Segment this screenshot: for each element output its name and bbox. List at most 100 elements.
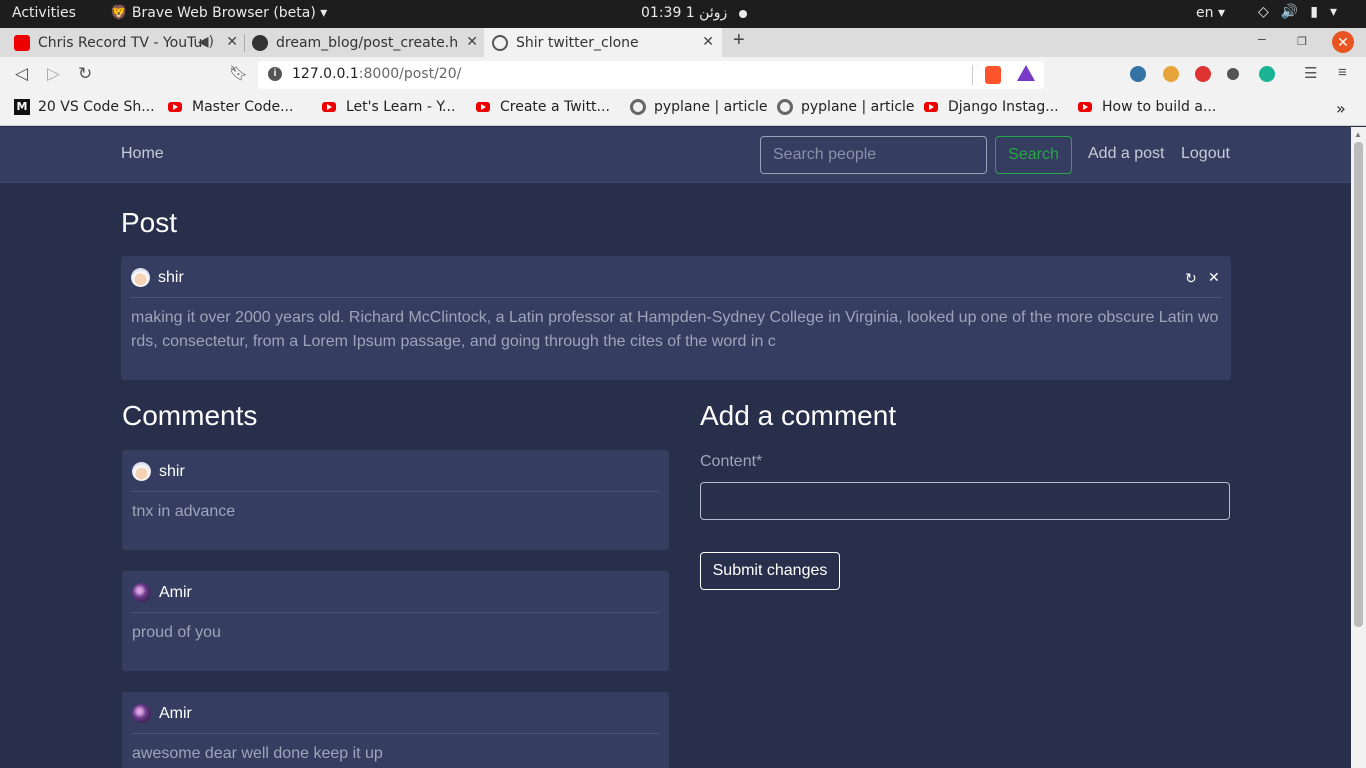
site-navbar: Home Search Add a post Logout [0, 127, 1351, 183]
post-body: making it over 2000 years old. Richard M… [131, 309, 1219, 350]
address-bar[interactable]: i 127.0.0.1:8000/post/20/ [258, 61, 1044, 89]
comments-heading: Comments [122, 400, 258, 431]
app-menu[interactable]: 🦁 Brave Web Browser (beta) ▾ [110, 5, 327, 21]
network-icon: ◇ [1258, 4, 1269, 20]
submit-changes-button[interactable]: Submit changes [700, 552, 840, 590]
bookmark-item[interactable]: How to build a... [1078, 99, 1216, 115]
bookmark-item[interactable]: M 20 VS Code Sh... [14, 99, 155, 115]
youtube-icon [1078, 102, 1092, 112]
globe-icon [492, 34, 508, 51]
bookmark-icon[interactable]: 🔖︎ [229, 64, 248, 82]
nav-home-link[interactable]: Home [121, 145, 164, 163]
system-tray[interactable]: ◇ 🔊 ▮ ▾ [1258, 4, 1337, 20]
app-name: Brave Web Browser (beta) [131, 5, 316, 21]
tab-strip: Chris Record TV - YouTu ◀) ✕ dream_blog/… [0, 28, 1366, 57]
card-divider [131, 297, 1221, 298]
delete-icon[interactable]: ✕ [1208, 269, 1220, 286]
notification-dot-icon [739, 10, 747, 18]
language-indicator[interactable]: en ▾ [1196, 5, 1225, 21]
battery-icon: ▮ [1310, 4, 1318, 20]
bookmark-item[interactable]: Django Instag... [924, 99, 1059, 115]
python-extension-icon[interactable] [1130, 66, 1146, 82]
audio-playing-icon[interactable]: ◀) [198, 34, 214, 50]
nav-add-post-link[interactable]: Add a post [1088, 145, 1165, 163]
bookmark-item[interactable]: Master Code... [168, 99, 293, 115]
info-icon[interactable]: i [268, 67, 282, 81]
more-bookmarks-icon[interactable]: » [1336, 99, 1346, 118]
clock[interactable]: 01:39 زوئن 1 [641, 5, 727, 21]
youtube-icon [322, 102, 336, 112]
avatar[interactable] [132, 462, 151, 481]
pyplane-icon [777, 99, 793, 115]
brave-shields-icon[interactable] [985, 66, 1001, 84]
youtube-icon [924, 102, 938, 112]
card-divider [132, 491, 659, 492]
comment-author[interactable]: Amir [159, 584, 192, 602]
playlist-icon[interactable]: ☰ [1304, 64, 1317, 82]
update-icon[interactable]: ↻ [1185, 270, 1197, 287]
close-tab-icon[interactable]: ✕ [702, 34, 714, 50]
card-divider [132, 612, 659, 613]
extension-badge-icon[interactable] [1195, 66, 1211, 82]
close-tab-icon[interactable]: ✕ [226, 34, 238, 50]
minimize-button[interactable]: – [1258, 30, 1266, 46]
tab-active[interactable]: Shir twitter_clone ✕ [484, 28, 722, 57]
bookmark-item[interactable]: Let's Learn - Y... [322, 99, 455, 115]
bookmark-item[interactable]: pyplane | article [777, 99, 915, 115]
browser-toolbar: ◁ ▷ ↻ 🔖︎ i 127.0.0.1:8000/post/20/ ☰ ≡ [0, 57, 1366, 93]
extension-icon[interactable] [1163, 66, 1179, 82]
back-button[interactable]: ◁ [15, 64, 28, 84]
comment-text: proud of you [132, 624, 221, 641]
bookmark-item[interactable]: Create a Twitt... [476, 99, 610, 115]
forward-button[interactable]: ▷ [47, 64, 60, 84]
scrollbar-thumb[interactable] [1354, 142, 1363, 627]
comment-text: tnx in advance [132, 503, 236, 520]
tab-title: Shir twitter_clone [516, 34, 639, 51]
os-top-bar: Activities 🦁 Brave Web Browser (beta) ▾ … [0, 0, 1366, 28]
tab-youtube[interactable]: Chris Record TV - YouTu ◀) ✕ [8, 28, 242, 57]
volume-icon: 🔊 [1280, 4, 1299, 20]
comment-author[interactable]: Amir [159, 705, 192, 723]
scroll-up-icon[interactable]: ▲ [1354, 130, 1362, 139]
new-tab-button[interactable]: + [733, 29, 745, 52]
maximize-button[interactable]: ❐ [1297, 35, 1307, 48]
avatar[interactable] [131, 268, 150, 287]
brave-rewards-icon[interactable] [1017, 65, 1035, 81]
urlbar-divider [972, 65, 973, 85]
power-menu-icon: ▾ [1329, 4, 1337, 20]
content-input[interactable] [700, 482, 1230, 520]
youtube-icon [168, 102, 182, 112]
extension-shield-icon[interactable] [1259, 66, 1275, 82]
tab-title: Chris Record TV - YouTu [38, 34, 203, 51]
bookmarks-bar: M 20 VS Code Sh... Master Code... Let's L… [0, 93, 1366, 126]
page-viewport: Home Search Add a post Logout Post shir … [0, 127, 1351, 768]
search-button[interactable]: Search [995, 136, 1072, 174]
post-card: shir ↻ ✕ making it over 2000 years old. … [121, 256, 1231, 380]
activities-button[interactable]: Activities [12, 5, 76, 21]
close-window-button[interactable]: ✕ [1332, 31, 1354, 53]
menu-icon[interactable]: ≡ [1338, 64, 1347, 81]
add-comment-heading: Add a comment [700, 400, 897, 431]
github-icon [252, 34, 268, 51]
youtube-icon [476, 102, 490, 112]
extension-icon[interactable] [1227, 68, 1239, 80]
comment-card: Amir awesome dear well done keep it up [122, 692, 669, 768]
comment-text: awesome dear well done keep it up [132, 745, 383, 762]
page-scrollbar[interactable]: ▲ [1351, 127, 1366, 768]
tab-separator [244, 34, 245, 52]
post-author[interactable]: shir [158, 269, 184, 287]
avatar[interactable] [132, 704, 151, 723]
url-text[interactable]: 127.0.0.1:8000/post/20/ [292, 66, 461, 82]
search-people-input[interactable] [760, 136, 987, 174]
close-tab-icon[interactable]: ✕ [466, 34, 478, 50]
nav-logout-link[interactable]: Logout [1181, 145, 1230, 163]
tab-title: dream_blog/post_create.h [276, 34, 459, 51]
tab-github[interactable]: dream_blog/post_create.h ✕ [248, 28, 482, 57]
youtube-icon [14, 34, 30, 51]
card-divider [132, 733, 659, 734]
comment-card: shir tnx in advance [122, 450, 669, 550]
avatar[interactable] [132, 583, 151, 602]
bookmark-item[interactable]: pyplane | article [630, 99, 768, 115]
reload-button[interactable]: ↻ [78, 64, 92, 84]
comment-author[interactable]: shir [159, 463, 185, 481]
